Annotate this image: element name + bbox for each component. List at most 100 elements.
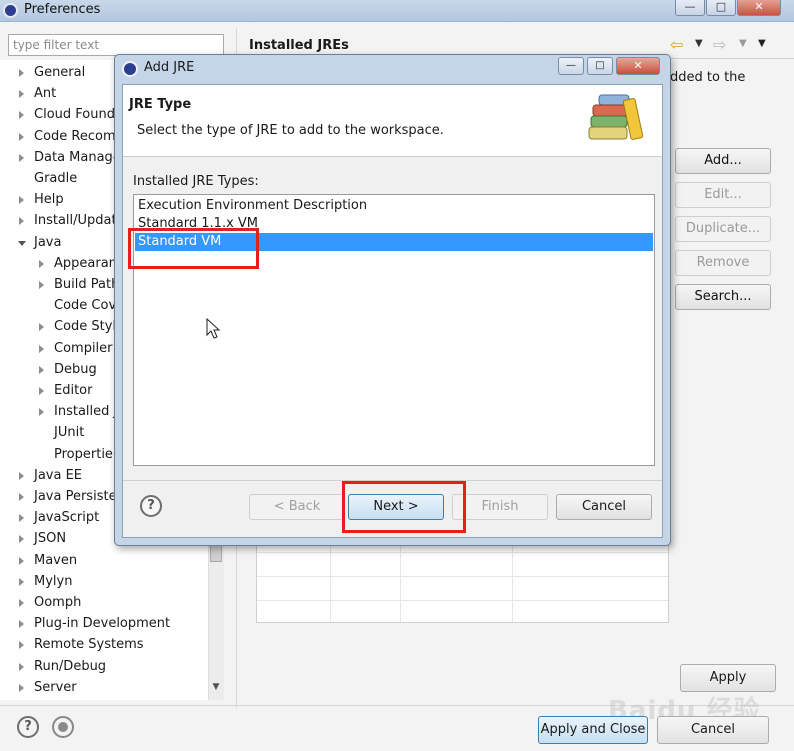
eclipse-icon xyxy=(3,3,18,18)
add-button[interactable]: Add... xyxy=(675,148,771,174)
maximize-button[interactable]: □ xyxy=(706,0,736,16)
minimize-button[interactable]: — xyxy=(558,57,584,75)
tree-item-label: Ant xyxy=(34,86,57,102)
expand-arrow-icon[interactable] xyxy=(39,281,44,289)
expand-arrow-icon[interactable] xyxy=(39,387,44,395)
expand-arrow-icon[interactable] xyxy=(19,69,24,77)
eclipse-icon xyxy=(122,61,138,77)
close-button[interactable]: ✕ xyxy=(616,57,660,75)
highlight-box-next xyxy=(342,481,466,533)
table-grid-line xyxy=(257,552,668,553)
expand-arrow-icon[interactable] xyxy=(19,514,24,523)
table-grid-line xyxy=(400,538,401,622)
tree-item-label: Data Manage xyxy=(34,149,121,165)
expand-arrow-icon[interactable] xyxy=(19,132,24,141)
help-icon[interactable]: ? xyxy=(140,495,162,517)
tree-item-label: JSON xyxy=(34,531,67,547)
expand-arrow-icon[interactable] xyxy=(19,556,24,565)
preferences-titlebar[interactable]: Preferences — □ ✕ xyxy=(0,0,794,22)
cancel-button[interactable]: Cancel xyxy=(556,494,652,520)
page-title: Installed JREs xyxy=(249,38,349,53)
apply-button[interactable]: Apply xyxy=(680,664,776,692)
edit-button[interactable]: Edit... xyxy=(675,182,771,208)
tree-item-label: Propertie xyxy=(54,446,113,462)
tree-item-label: Server xyxy=(34,679,77,695)
expand-arrow-icon[interactable] xyxy=(19,153,24,162)
cancel-button[interactable]: Cancel xyxy=(657,716,769,744)
tree-item-label: Build Path xyxy=(54,277,120,292)
remove-button[interactable]: Remove xyxy=(675,250,771,276)
expand-arrow-icon[interactable] xyxy=(39,408,44,417)
wizard-banner: JRE Type Select the type of JRE to add t… xyxy=(123,85,662,157)
expand-arrow-icon[interactable] xyxy=(19,683,24,692)
expand-arrow-icon[interactable] xyxy=(39,365,44,374)
expand-arrow-icon[interactable] xyxy=(19,620,24,629)
back-button[interactable]: < Back xyxy=(249,494,345,520)
expand-arrow-icon[interactable] xyxy=(19,196,24,205)
collapse-arrow-icon[interactable] xyxy=(18,240,26,246)
list-item[interactable]: Execution Environment Description xyxy=(135,197,653,215)
tree-item-label: Java Persiste xyxy=(34,489,117,504)
wizard-page-description: Select the type of JRE to add to the wor… xyxy=(137,123,444,138)
table-grid-line xyxy=(257,576,668,577)
mouse-pointer-icon xyxy=(206,318,221,339)
expand-arrow-icon[interactable] xyxy=(19,217,24,226)
expand-arrow-icon[interactable] xyxy=(39,344,44,353)
tree-item-label: Oomph xyxy=(34,595,82,610)
wizard-page-title: JRE Type xyxy=(129,97,192,112)
library-books-icon xyxy=(588,94,644,140)
expand-arrow-icon[interactable] xyxy=(19,493,24,501)
expand-arrow-icon[interactable] xyxy=(19,90,24,99)
search-button[interactable]: Search... xyxy=(675,284,771,310)
expand-arrow-icon[interactable] xyxy=(19,471,24,480)
tree-item-label: Compiler xyxy=(54,340,113,356)
add-jre-dialog: Add JRE — □ ✕ JRE Type Select the type o… xyxy=(114,54,671,546)
table-grid-line xyxy=(257,600,668,601)
tree-item-label: Code Recom xyxy=(34,128,116,144)
tree-item-label: Installed J xyxy=(54,404,118,420)
expand-arrow-icon[interactable] xyxy=(19,662,24,671)
tree-item-label: Gradle xyxy=(34,171,78,186)
forward-arrow-icon[interactable]: ⇨ xyxy=(713,35,726,54)
tree-item-label: Help xyxy=(34,192,64,208)
page-description: dded to the xyxy=(670,70,746,85)
filter-input[interactable] xyxy=(8,34,224,56)
tree-item-label: Install/Updat xyxy=(34,213,117,229)
back-arrow-icon[interactable]: ⇦ xyxy=(670,35,683,54)
window-title: Preferences xyxy=(24,2,101,17)
tree-item-label: Maven xyxy=(34,552,78,568)
tree-item-label: Java EE xyxy=(34,467,83,483)
tree-item-label: JavaScript xyxy=(34,510,100,526)
tree-item-label: Cloud Found xyxy=(34,107,115,123)
maximize-button[interactable]: □ xyxy=(587,57,613,75)
installed-jres-table[interactable] xyxy=(256,537,669,623)
expand-arrow-icon[interactable] xyxy=(39,259,44,268)
list-label: Installed JRE Types: xyxy=(133,174,259,189)
oomph-record-icon[interactable] xyxy=(52,716,74,738)
expand-arrow-icon[interactable] xyxy=(19,577,24,586)
view-menu-icon[interactable]: ▼ xyxy=(758,38,766,49)
expand-arrow-icon[interactable] xyxy=(39,323,44,332)
help-icon[interactable]: ? xyxy=(17,716,39,738)
scroll-down-icon[interactable]: ▼ xyxy=(209,682,223,696)
dialog-title: Add JRE xyxy=(144,60,195,75)
apply-and-close-button[interactable]: Apply and Close xyxy=(538,716,648,744)
back-menu-icon[interactable]: ▼ xyxy=(695,38,703,49)
minimize-button[interactable]: — xyxy=(675,0,705,16)
expand-arrow-icon[interactable] xyxy=(19,111,24,120)
duplicate-button[interactable]: Duplicate... xyxy=(675,216,771,242)
close-button[interactable]: ✕ xyxy=(737,0,781,16)
tree-item-label: Mylyn xyxy=(34,573,73,589)
tree-item-label: Java xyxy=(34,234,62,250)
dialog-titlebar[interactable]: Add JRE — □ ✕ xyxy=(115,55,670,82)
expand-arrow-icon[interactable] xyxy=(19,535,24,544)
expand-arrow-icon[interactable] xyxy=(19,599,24,607)
dialog-body: JRE Type Select the type of JRE to add t… xyxy=(122,84,663,538)
table-grid-line xyxy=(512,538,513,622)
forward-menu-icon[interactable]: ▼ xyxy=(739,38,747,49)
tree-item-label: Remote Systems xyxy=(34,637,144,653)
expand-arrow-icon[interactable] xyxy=(19,641,24,650)
tree-item-label: Appearan xyxy=(54,255,117,271)
tree-item-label: Editor xyxy=(54,383,93,398)
finish-button[interactable]: Finish xyxy=(452,494,548,520)
